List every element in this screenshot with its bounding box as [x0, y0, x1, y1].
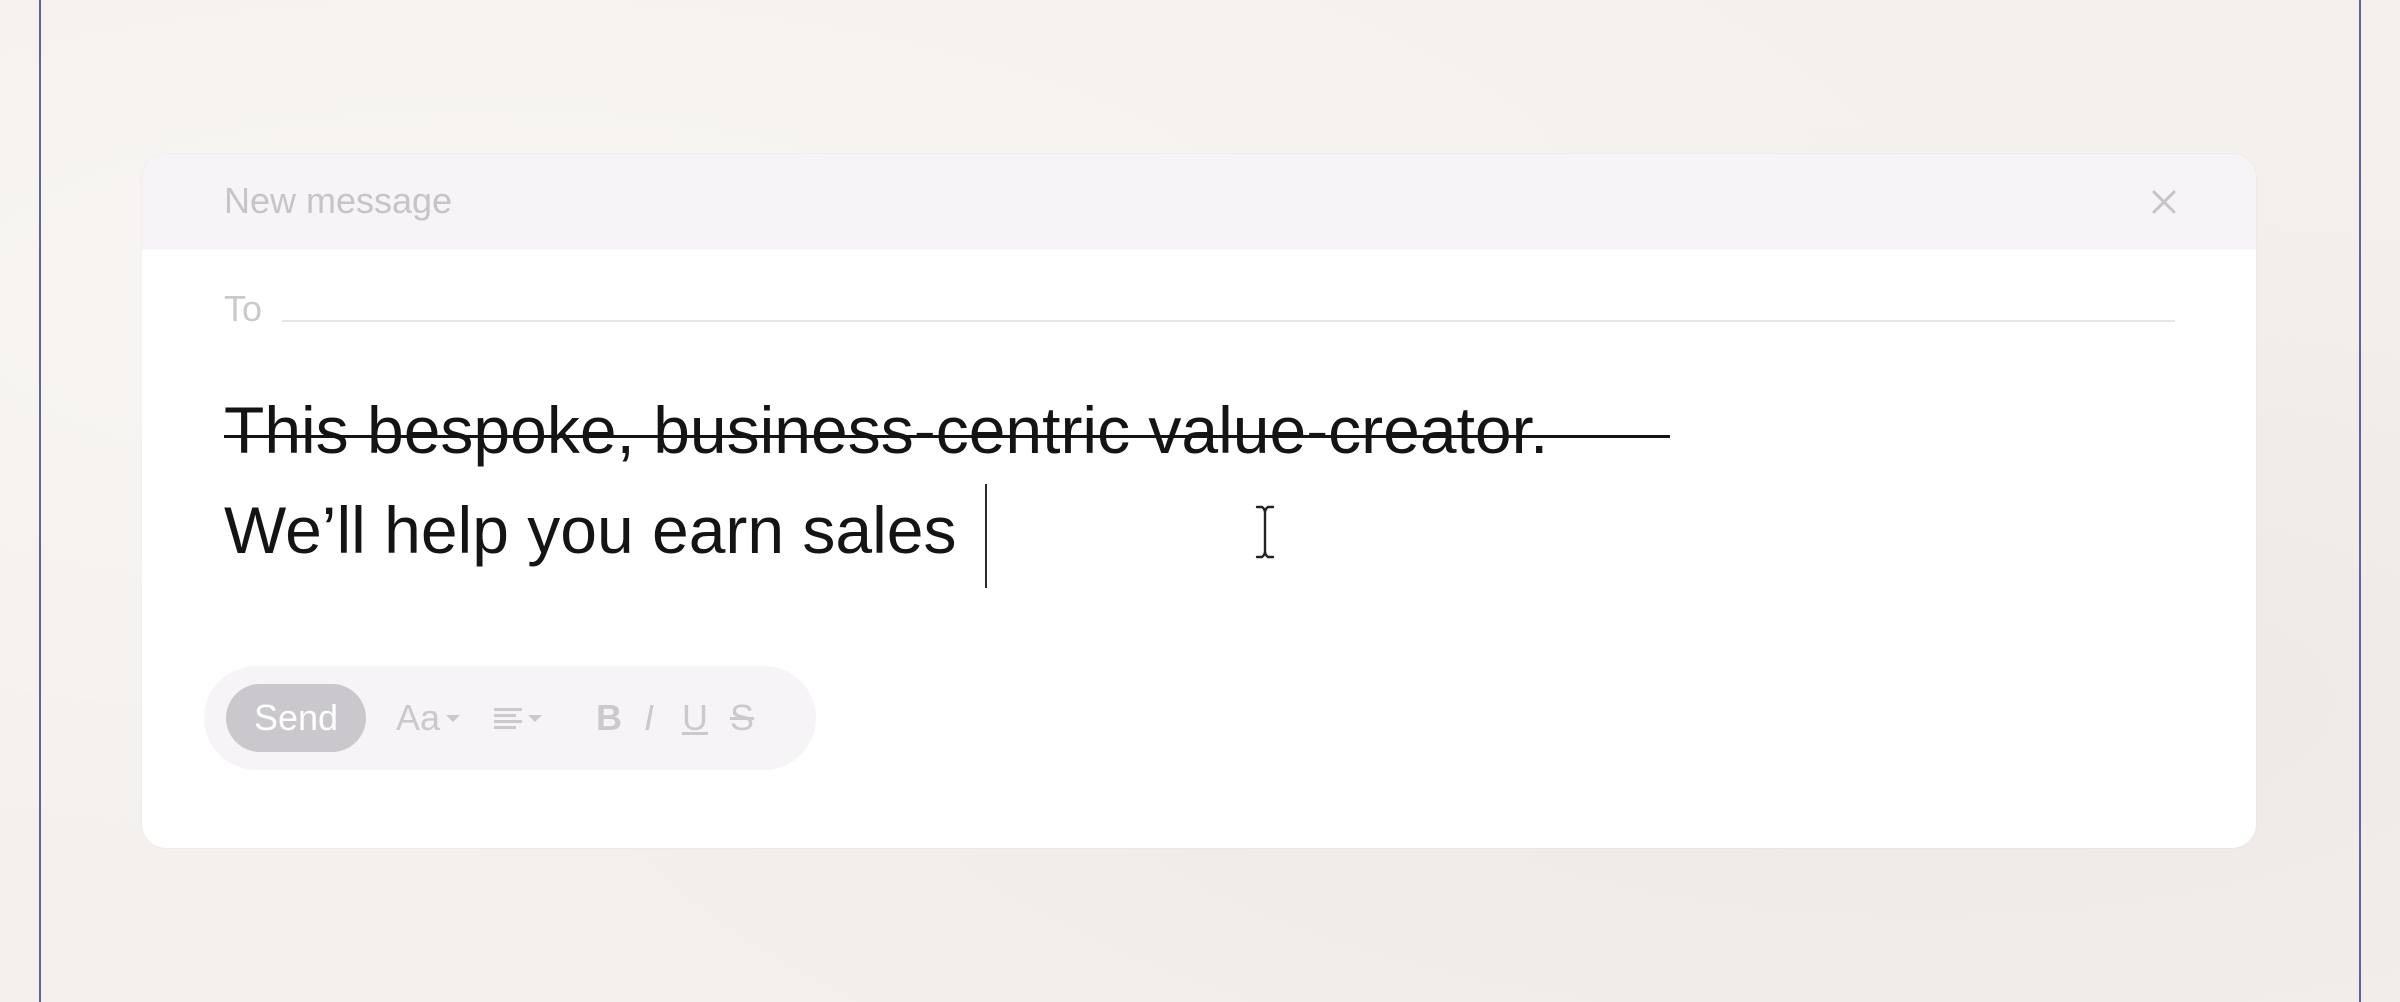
- font-size-label: Aa: [396, 697, 441, 738]
- strikethrough-line: [224, 435, 1670, 438]
- align-text-icon: [494, 708, 522, 729]
- compose-title: New message: [224, 180, 453, 221]
- bold-button[interactable]: B: [596, 692, 622, 744]
- left-guide-line: [39, 0, 41, 1002]
- chevron-down-icon: [528, 714, 542, 722]
- font-size-dropdown[interactable]: Aa: [396, 692, 461, 744]
- compose-header: New message: [142, 154, 2256, 250]
- to-label: To: [224, 288, 263, 329]
- chevron-down-icon: [446, 714, 461, 722]
- underline-button[interactable]: U: [682, 692, 708, 744]
- align-dropdown[interactable]: [494, 692, 542, 744]
- strikethrough-button[interactable]: S: [730, 692, 754, 744]
- to-field[interactable]: [282, 284, 2179, 322]
- close-button[interactable]: [2142, 180, 2186, 224]
- right-guide-line: [2359, 0, 2361, 1002]
- formatting-toolbar: Send Aa B I U S: [204, 666, 816, 770]
- text-caret: [985, 484, 987, 588]
- italic-button[interactable]: I: [644, 692, 654, 744]
- send-button[interactable]: Send: [226, 684, 366, 752]
- compose-window: New message To This bespoke, business-ce…: [142, 154, 2256, 848]
- message-body-line-struck[interactable]: This bespoke, business-centric value-cre…: [224, 392, 1548, 468]
- text-cursor-icon: [1255, 505, 1275, 559]
- message-body-line[interactable]: We’ll help you earn sales: [224, 492, 957, 568]
- close-icon: [2152, 190, 2176, 214]
